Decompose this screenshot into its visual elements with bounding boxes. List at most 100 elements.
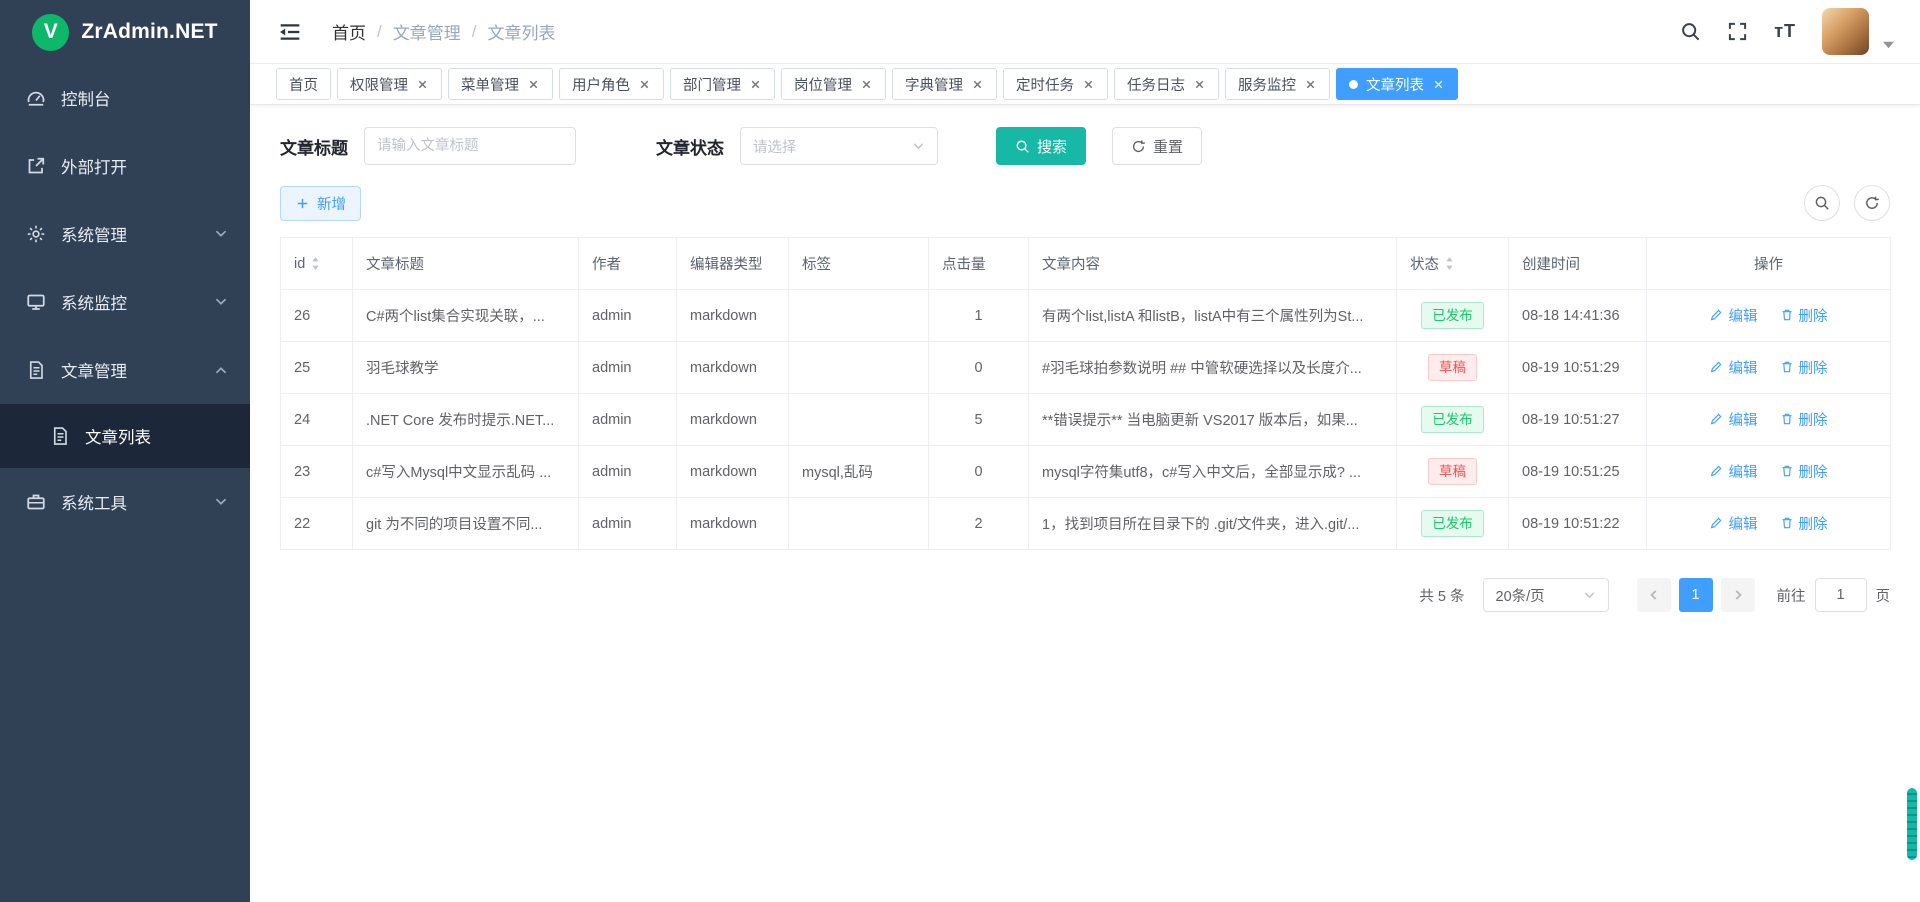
cell-clicks: 2 bbox=[929, 498, 1029, 550]
close-icon[interactable] bbox=[1304, 78, 1317, 91]
delete-icon bbox=[1780, 516, 1794, 530]
close-icon[interactable] bbox=[416, 78, 429, 91]
sidebar-item-external-open[interactable]: 外部打开 bbox=[0, 132, 250, 200]
table-row: 22 git 为不同的项目设置不同... admin markdown 2 1，… bbox=[281, 498, 1891, 550]
close-icon[interactable] bbox=[860, 78, 873, 91]
delete-link[interactable]: 删除 bbox=[1780, 409, 1828, 430]
sort-icon[interactable] bbox=[1444, 255, 1455, 272]
filter-bar: 文章标题 文章状态 请选择 搜索 重置 bbox=[280, 127, 1890, 165]
toggle-search-button[interactable] bbox=[1804, 185, 1840, 221]
cell-status: 草稿 bbox=[1397, 342, 1509, 394]
prev-page-button[interactable] bbox=[1637, 578, 1671, 612]
sort-icon[interactable] bbox=[310, 255, 321, 272]
tab-0[interactable]: 首页 bbox=[276, 68, 331, 100]
tab-7[interactable]: 定时任务 bbox=[1003, 68, 1108, 100]
cell-content: mysql字符集utf8，c#写入中文后，全部显示成? ... bbox=[1029, 446, 1397, 498]
close-icon[interactable] bbox=[1082, 78, 1095, 91]
tab-label: 用户角色 bbox=[572, 74, 630, 95]
toolbar-right bbox=[1804, 185, 1890, 221]
user-avatar[interactable] bbox=[1822, 8, 1869, 55]
font-size-icon[interactable]: тT bbox=[1774, 21, 1796, 42]
sidebar-item-system-tools[interactable]: 系统工具 bbox=[0, 468, 250, 536]
tab-3[interactable]: 用户角色 bbox=[559, 68, 664, 100]
column-header-1: 文章标题 bbox=[353, 238, 579, 290]
breadcrumb-item-0[interactable]: 首页 bbox=[332, 19, 366, 44]
tab-label: 岗位管理 bbox=[794, 74, 852, 95]
chevron-down-icon bbox=[214, 495, 228, 509]
sidebar-collapse-icon[interactable] bbox=[278, 21, 302, 43]
cell-title: C#两个list集合实现关联，... bbox=[353, 290, 579, 342]
column-header-2: 作者 bbox=[579, 238, 677, 290]
tab-label: 定时任务 bbox=[1016, 74, 1074, 95]
tab-4[interactable]: 部门管理 bbox=[670, 68, 775, 100]
next-page-button[interactable] bbox=[1721, 578, 1755, 612]
delete-link[interactable]: 删除 bbox=[1780, 357, 1828, 378]
delete-link[interactable]: 删除 bbox=[1780, 461, 1828, 482]
tab-5[interactable]: 岗位管理 bbox=[781, 68, 886, 100]
close-icon[interactable] bbox=[527, 78, 540, 91]
delete-link[interactable]: 删除 bbox=[1780, 513, 1828, 534]
cell-created: 08-19 10:51:25 bbox=[1509, 446, 1647, 498]
close-icon[interactable] bbox=[1432, 78, 1445, 91]
breadcrumb-item-1[interactable]: 文章管理 bbox=[393, 19, 461, 44]
edit-link[interactable]: 编辑 bbox=[1709, 305, 1757, 326]
add-button[interactable]: 新增 bbox=[280, 186, 361, 221]
cell-author: admin bbox=[579, 446, 677, 498]
cell-title: 羽毛球教学 bbox=[353, 342, 579, 394]
column-header-7[interactable]: 状态 bbox=[1397, 238, 1509, 290]
edit-link[interactable]: 编辑 bbox=[1709, 409, 1757, 430]
goto-page-input[interactable] bbox=[1815, 578, 1867, 612]
tabs-bar: 首页 权限管理 菜单管理 用户角色 部门管理 岗位管理 字典管理 bbox=[250, 64, 1920, 105]
tab-8[interactable]: 任务日志 bbox=[1114, 68, 1219, 100]
document-icon bbox=[50, 426, 70, 446]
header-search-icon[interactable] bbox=[1680, 21, 1701, 42]
table-toolbar: 新增 bbox=[280, 185, 1890, 221]
article-title-input[interactable] bbox=[364, 127, 576, 165]
sidebar-item-system-monitor[interactable]: 系统监控 bbox=[0, 268, 250, 336]
article-status-select[interactable]: 请选择 bbox=[740, 127, 938, 165]
sidebar-item-label: 控制台 bbox=[61, 86, 111, 110]
column-header-0[interactable]: id bbox=[281, 238, 353, 290]
column-header-6: 文章内容 bbox=[1029, 238, 1397, 290]
page-number-button[interactable]: 1 bbox=[1679, 578, 1713, 612]
cell-created: 08-19 10:51:27 bbox=[1509, 394, 1647, 446]
sidebar-item-dashboard[interactable]: 控制台 bbox=[0, 64, 250, 132]
cell-tags bbox=[789, 290, 929, 342]
cell-editor-type: markdown bbox=[677, 394, 789, 446]
search-button[interactable]: 搜索 bbox=[996, 127, 1086, 165]
app-root: V ZrAdmin.NET 控制台 外部打开 系统管理 系统监控 文章管理 文章… bbox=[0, 0, 1920, 902]
filter-title-label: 文章标题 bbox=[280, 134, 348, 159]
reset-button[interactable]: 重置 bbox=[1112, 127, 1202, 165]
fullscreen-icon[interactable] bbox=[1727, 21, 1748, 42]
refresh-table-button[interactable] bbox=[1854, 185, 1890, 221]
sidebar-item-article-admin[interactable]: 文章管理 bbox=[0, 336, 250, 404]
close-icon[interactable] bbox=[1193, 78, 1206, 91]
sidebar-item-label: 文章管理 bbox=[61, 358, 127, 382]
sidebar-nav: 控制台 外部打开 系统管理 系统监控 文章管理 文章列表 系统工具 bbox=[0, 64, 250, 536]
page-size-select[interactable]: 20条/页 bbox=[1483, 578, 1609, 612]
close-icon[interactable] bbox=[749, 78, 762, 91]
edit-link[interactable]: 编辑 bbox=[1709, 461, 1757, 482]
close-icon[interactable] bbox=[638, 78, 651, 91]
table-body: 26 C#两个list集合实现关联，... admin markdown 1 有… bbox=[281, 290, 1891, 550]
sidebar-item-article-list[interactable]: 文章列表 bbox=[0, 404, 250, 468]
edit-link[interactable]: 编辑 bbox=[1709, 357, 1757, 378]
cell-content: **错误提示** 当电脑更新 VS2017 版本后，如果... bbox=[1029, 394, 1397, 446]
tab-2[interactable]: 菜单管理 bbox=[448, 68, 553, 100]
tab-1[interactable]: 权限管理 bbox=[337, 68, 442, 100]
scrollbar-thumb[interactable] bbox=[1907, 788, 1917, 860]
breadcrumb-separator: / bbox=[377, 22, 382, 42]
user-menu-caret-icon[interactable] bbox=[1883, 41, 1894, 49]
sidebar-item-label: 文章列表 bbox=[85, 424, 151, 448]
sidebar-item-system-admin[interactable]: 系统管理 bbox=[0, 200, 250, 268]
tab-10[interactable]: 文章列表 bbox=[1336, 68, 1458, 100]
tab-6[interactable]: 字典管理 bbox=[892, 68, 997, 100]
tab-9[interactable]: 服务监控 bbox=[1225, 68, 1330, 100]
close-icon[interactable] bbox=[971, 78, 984, 91]
column-label: 点击量 bbox=[942, 253, 986, 274]
delete-link[interactable]: 删除 bbox=[1780, 305, 1828, 326]
cell-tags bbox=[789, 342, 929, 394]
goto-label: 前往 bbox=[1777, 585, 1806, 606]
cell-tags: mysql,乱码 bbox=[789, 446, 929, 498]
edit-link[interactable]: 编辑 bbox=[1709, 513, 1757, 534]
